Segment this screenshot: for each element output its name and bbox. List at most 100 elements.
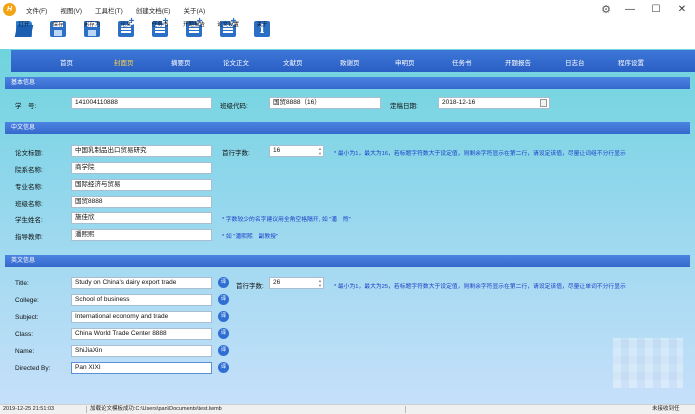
student-name-field[interactable]: 施佳欣	[71, 212, 212, 224]
en-name-field[interactable]: ShiJiaXin	[71, 345, 212, 357]
class-name-field[interactable]: 国贸8888	[71, 196, 212, 208]
status-right: 未接收到任	[652, 406, 680, 412]
paper-label: 论文	[120, 22, 132, 28]
directed-by-field[interactable]: Pan XIXI	[71, 362, 212, 374]
translate-name-button[interactable]: 译	[218, 345, 229, 356]
status-bar: 2019-12-25 21:51:03 加载论文模板成功:C:\Users\pa…	[0, 404, 695, 414]
thesis-title-label: 论文标题:	[15, 150, 43, 157]
student-name-note: * 字数较少的名字建议用全角空格隔开, 如 "潘 煦"	[222, 217, 351, 223]
date-value: 2018-12-16	[442, 99, 476, 106]
cn-line-chars-value: 16	[273, 147, 281, 154]
basic-info-header: 基本信息	[5, 77, 690, 89]
nav-proposal[interactable]: 开题报告	[505, 57, 531, 67]
maximize-button[interactable]: ☐	[643, 4, 669, 15]
translate-directed-button[interactable]: 译	[218, 362, 229, 373]
menu-file[interactable]: 文件(F)	[26, 5, 47, 15]
directed-by-label: Directed By:	[15, 365, 51, 372]
dept-field[interactable]: 商学院	[71, 162, 212, 174]
toolbar: 打开 保存 另存为 论文 任务书 开题报告 论文设置 i 关于	[0, 18, 695, 49]
menu-create-doc[interactable]: 创建文档(E)	[136, 5, 171, 15]
paper-settings-button[interactable]: 论文设置	[211, 18, 245, 49]
save-button[interactable]: 保存	[41, 19, 75, 49]
class-code-label: 班级代码:	[220, 103, 248, 110]
student-name-label: 学生姓名:	[15, 217, 43, 224]
menu-toolbar[interactable]: 工具栏(T)	[95, 5, 123, 15]
nav-home[interactable]: 首页	[60, 57, 73, 67]
about-button[interactable]: i 关于	[245, 19, 279, 49]
college-label: College:	[15, 297, 39, 304]
en-class-label: Class:	[15, 331, 34, 338]
college-field[interactable]: School of business	[71, 294, 212, 306]
about-label: 关于	[256, 22, 268, 28]
status-separator	[86, 406, 87, 413]
save-as-label: 另存为	[83, 22, 101, 28]
nav-log[interactable]: 日志台	[565, 57, 585, 67]
window-controls: ⚙ — ☐ ✕	[601, 0, 695, 19]
subject-label: Subject:	[15, 314, 39, 321]
status-separator	[405, 406, 406, 413]
save-label: 保存	[52, 22, 64, 28]
open-label: 打开	[18, 22, 30, 28]
student-id-field[interactable]: 141004110888	[71, 97, 212, 109]
nav-cover[interactable]: 封面页	[114, 57, 134, 67]
nav-body[interactable]: 论文正文	[223, 57, 249, 67]
major-field[interactable]: 国际经济与贸易	[71, 179, 212, 191]
close-button[interactable]: ✕	[669, 4, 695, 15]
en-line-chars-stepper[interactable]: 26 ▲ ▼	[269, 277, 324, 289]
proposal-label: 开题报告	[182, 22, 205, 28]
nav-thanks[interactable]: 致谢页	[340, 57, 360, 67]
task-book-button[interactable]: 任务书	[143, 18, 177, 49]
cn-line-chars-stepper[interactable]: 16 ▲ ▼	[269, 145, 324, 157]
cn-line-chars-note: * 最小为1，最大为16，若标题字符数大于设定值，则剩余字符显示在第二行，请设定…	[334, 151, 626, 157]
en-title-label: Title:	[15, 280, 29, 287]
major-label: 专业名称:	[15, 184, 43, 191]
translate-class-button[interactable]: 译	[218, 328, 229, 339]
blurred-overlay	[613, 338, 683, 388]
calendar-icon[interactable]	[540, 99, 547, 107]
translate-college-button[interactable]: 译	[218, 294, 229, 305]
paper-button[interactable]: 论文	[109, 18, 143, 49]
date-picker[interactable]: 2018-12-16	[438, 97, 550, 109]
nav-declaration[interactable]: 申明页	[395, 57, 415, 67]
status-time: 2019-12-25 21:51:03	[3, 406, 55, 412]
save-as-button[interactable]: 另存为	[75, 19, 109, 49]
status-message: 加载论文模板成功:C:\Users\pan\Documents\test.lwm…	[90, 406, 222, 412]
en-title-field[interactable]: Study on China's dairy export trade	[71, 277, 212, 289]
nav-settings[interactable]: 程序设置	[618, 57, 644, 67]
en-line-chars-value: 26	[273, 279, 281, 286]
class-name-label: 班级名称:	[15, 201, 43, 208]
date-label: 定稿日期:	[390, 103, 418, 110]
en-line-chars-note: * 最小为1，最大为25，若标题字符数大于设定值，则剩余字符显示在第二行，请设定…	[334, 284, 626, 290]
minimize-button[interactable]: —	[617, 4, 643, 15]
student-id-label: 学 号:	[15, 103, 37, 110]
menu-bar: 文件(F) 视图(V) 工具栏(T) 创建文档(E) 关于(A)	[26, 5, 218, 15]
app-logo-icon: H	[3, 3, 16, 16]
chinese-info-header: 中文信息	[5, 122, 690, 134]
nav-task-book[interactable]: 任务书	[452, 57, 472, 67]
paper-settings-label: 论文设置	[216, 22, 239, 28]
open-button[interactable]: 打开	[7, 19, 41, 49]
nav-references[interactable]: 文献页	[283, 57, 303, 67]
dept-label: 院系名称:	[15, 167, 43, 174]
english-info-header: 英文信息	[5, 255, 690, 267]
class-code-field[interactable]: 国贸8888（16）	[269, 97, 381, 109]
menu-view[interactable]: 视图(V)	[60, 5, 82, 15]
subject-field[interactable]: International economy and trade	[71, 311, 212, 323]
task-book-label: 任务书	[151, 22, 169, 28]
advisor-field[interactable]: 潘熙熙	[71, 229, 212, 241]
thesis-title-field[interactable]: 中国乳制品出口贸易研究	[71, 145, 212, 157]
proposal-button[interactable]: 开题报告	[177, 18, 211, 49]
menu-about[interactable]: 关于(A)	[183, 5, 205, 15]
translate-subject-button[interactable]: 译	[218, 311, 229, 322]
stepper-arrows-icon[interactable]: ▲ ▼	[318, 146, 322, 156]
en-name-label: Name:	[15, 348, 35, 355]
en-class-field[interactable]: China World Trade Center 8888	[71, 328, 212, 340]
cn-line-chars-label: 首行字数:	[222, 150, 250, 157]
en-line-chars-label: 首行字数:	[236, 283, 264, 290]
translate-title-button[interactable]: 译	[218, 277, 229, 288]
nav-bar: 首页 封面页 摘要页 论文正文 文献页 致谢页 申明页 任务书 开题报告 日志台…	[11, 50, 695, 72]
stepper-arrows-icon[interactable]: ▲ ▼	[318, 278, 322, 288]
nav-abstract[interactable]: 摘要页	[171, 57, 191, 67]
gear-icon[interactable]: ⚙	[601, 3, 611, 16]
advisor-label: 指导教师:	[15, 234, 43, 241]
